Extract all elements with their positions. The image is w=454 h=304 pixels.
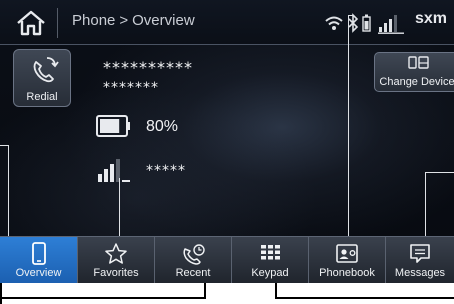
tab-label: Overview <box>15 267 62 279</box>
callout-line <box>8 145 9 236</box>
home-button[interactable] <box>14 10 48 36</box>
breadcrumb-page: Overview <box>132 12 195 29</box>
siriusxm-label: sxm <box>415 10 448 27</box>
tab-overview[interactable]: Overview <box>0 237 78 283</box>
phone-overview-screen: Phone > Overview sxm Redial ********** *… <box>0 0 454 283</box>
wifi-icon <box>325 16 343 30</box>
phone-number: ******* <box>103 80 159 96</box>
breadcrumb: Phone > Overview <box>72 12 195 29</box>
breadcrumb-separator: > <box>119 12 129 29</box>
status-bar: Phone > Overview sxm <box>0 0 454 45</box>
tab-phonebook[interactable]: Phonebook <box>309 237 386 283</box>
battery-fill <box>100 119 120 133</box>
divider <box>57 8 58 38</box>
callout-line <box>0 297 205 299</box>
redial-label: Redial <box>26 91 58 103</box>
tab-bar: Overview Favorites Recent Keypad Phonebo… <box>0 236 454 283</box>
callout-line <box>204 283 206 299</box>
change-device-label: Change Device <box>379 76 454 88</box>
carrier-name: ***** <box>146 163 186 179</box>
phonebook-icon <box>336 244 358 263</box>
callout-line <box>348 15 354 16</box>
tab-favorites[interactable]: Favorites <box>78 237 155 283</box>
callout-line <box>425 172 426 236</box>
signal-strength-icon <box>378 15 404 34</box>
battery-status-icon <box>362 14 371 32</box>
battery-level-icon <box>96 115 130 137</box>
tab-label: Favorites <box>93 267 139 279</box>
tab-messages[interactable]: Messages <box>386 237 454 283</box>
callout-line <box>275 297 454 299</box>
tab-label: Keypad <box>251 267 289 279</box>
status-icons <box>325 13 404 34</box>
tab-label: Phonebook <box>319 267 375 279</box>
callout-line <box>425 172 454 173</box>
breadcrumb-root: Phone <box>72 12 116 29</box>
signal-bars-icon <box>98 159 130 182</box>
star-icon <box>105 243 127 264</box>
phone-icon <box>31 242 46 265</box>
callout-line <box>0 283 2 304</box>
callout-line <box>348 15 349 236</box>
tab-label: Recent <box>175 267 211 279</box>
redial-icon <box>33 57 59 83</box>
recent-calls-icon <box>183 244 205 265</box>
redial-button[interactable]: Redial <box>13 49 71 107</box>
tab-keypad[interactable]: Keypad <box>232 237 309 283</box>
bluetooth-icon <box>348 13 359 33</box>
home-icon <box>17 10 45 36</box>
change-device-button[interactable]: Change Device <box>374 52 454 92</box>
change-device-icon <box>408 56 429 69</box>
tab-recent[interactable]: Recent <box>155 237 232 283</box>
battery-percent: 80% <box>146 118 179 135</box>
tab-label: Messages <box>394 267 446 279</box>
messages-icon <box>410 244 430 263</box>
keypad-icon <box>261 245 280 260</box>
callout-line <box>119 178 120 236</box>
device-name: ********** <box>103 58 193 77</box>
callout-line <box>0 145 8 146</box>
